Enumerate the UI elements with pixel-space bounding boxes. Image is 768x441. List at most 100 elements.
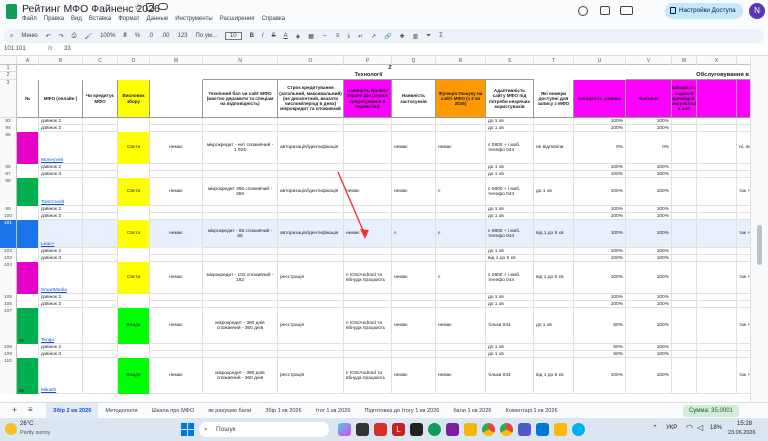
cell-collector[interactable] <box>118 255 150 262</box>
cell-search[interactable] <box>392 125 436 132</box>
cell-a[interactable] <box>17 171 39 178</box>
number-format-button[interactable]: 123 <box>178 33 188 39</box>
cell-term[interactable]: мікрокредит - 102 споживчий - 182 <box>203 262 278 294</box>
currency-button[interactable]: ₴ <box>123 33 126 39</box>
cell-empty[interactable] <box>672 206 697 213</box>
cell-empty[interactable] <box>672 344 697 351</box>
percent-button[interactable]: % <box>135 33 140 39</box>
cell-chat-speed[interactable]: 100% <box>626 178 672 206</box>
cell-collector[interactable] <box>118 118 150 125</box>
cell-credits[interactable] <box>83 118 118 125</box>
cell-accessibility[interactable] <box>436 164 486 171</box>
cell-avg[interactable] <box>697 344 737 351</box>
cell-empty[interactable] <box>672 164 697 171</box>
edge-icon[interactable] <box>428 423 441 436</box>
cell-a[interactable] <box>17 164 39 171</box>
row-number[interactable]: 1 <box>0 65 17 72</box>
column-header[interactable]: A <box>17 57 39 65</box>
sheet-tab[interactable]: бали 1 кв 2026 <box>446 403 498 419</box>
cell-site-answer[interactable] <box>737 301 750 308</box>
cell-call-speed[interactable] <box>534 248 574 255</box>
sheet-tab[interactable]: Методологія <box>98 403 144 419</box>
cloud-icon[interactable] <box>158 3 168 10</box>
cell-bankid[interactable] <box>278 255 344 262</box>
cell-search[interactable] <box>392 351 436 358</box>
cell-chat-speed[interactable]: 100% <box>626 262 672 294</box>
menu-item[interactable]: Файл <box>22 16 37 22</box>
cell-mfo-name[interactable]: дзвінок 2 <box>39 344 83 351</box>
column-title[interactable]: № <box>17 80 39 118</box>
cell-credits[interactable] <box>83 294 118 301</box>
cell-accessibility[interactable] <box>436 255 486 262</box>
cell-site-answer[interactable] <box>737 171 750 178</box>
cell-collector[interactable]: Свєта <box>118 178 150 206</box>
cell-mfo-name[interactable]: MoneyVeil <box>39 132 83 164</box>
cell-credits[interactable] <box>83 171 118 178</box>
menu-item[interactable]: Вставка <box>89 16 111 22</box>
cell-site-answer[interactable] <box>737 118 750 125</box>
cell-bankid[interactable] <box>278 125 344 132</box>
cell-mfo-name[interactable]: дзвінок 3 <box>39 351 83 358</box>
cell-a[interactable] <box>17 206 39 213</box>
cell-a[interactable] <box>17 255 39 262</box>
cell-actual[interactable]: 100% <box>574 118 626 125</box>
cell-call-speed[interactable] <box>534 351 574 358</box>
column-title[interactable]: Строк кредитування (загальний, максималь… <box>278 80 344 118</box>
undo-icon[interactable]: ↶ <box>46 33 51 40</box>
sheet-tab[interactable]: Збір 1 кв 2026 <box>258 403 309 419</box>
cell-chat-speed[interactable]: 100% <box>626 171 672 178</box>
cell-apps[interactable] <box>344 118 392 125</box>
cell-accessibility[interactable] <box>436 294 486 301</box>
cell-a[interactable] <box>17 351 39 358</box>
cell-collector[interactable]: Свєта <box>118 220 150 248</box>
text-color-icon[interactable]: A <box>284 33 288 39</box>
cell-call-speed[interactable] <box>534 118 574 125</box>
cell-a[interactable] <box>17 132 39 164</box>
cell-empty[interactable] <box>672 248 697 255</box>
cell-apps[interactable] <box>344 301 392 308</box>
cell-empty[interactable] <box>672 308 697 344</box>
valign-icon[interactable]: ⤓ <box>347 33 350 40</box>
cell-site-answer[interactable] <box>737 344 750 351</box>
column-title[interactable]: МФО (онлайн ) <box>39 80 83 118</box>
cell-term[interactable] <box>203 171 278 178</box>
cell-bankid[interactable] <box>278 118 344 125</box>
search-box[interactable]: ⌕ Пошук <box>199 422 329 437</box>
table-row[interactable]: 107 35 Tengo Влада немає мікрокредит - 360 дн… <box>0 308 750 344</box>
share-button[interactable]: Настройки Доступа <box>665 3 743 19</box>
sheet-tab[interactable]: як рахуємо бали <box>201 403 258 419</box>
cell-call-speed[interactable] <box>534 171 574 178</box>
cell-avg[interactable] <box>697 255 737 262</box>
cell-apps[interactable]: є IOS/Android та вбнуда працюють <box>344 262 392 294</box>
cell-phones[interactable]: до 1 хв <box>486 118 534 125</box>
cell-a[interactable] <box>17 125 39 132</box>
cell-phones[interactable]: є 0800 + і моб. телефо 044 <box>486 220 534 248</box>
cell-apps[interactable]: є IOS/Android та вбнуда працюють <box>344 358 392 394</box>
cell-apps[interactable] <box>344 255 392 262</box>
cell-search[interactable] <box>392 164 436 171</box>
chrome-icon[interactable] <box>482 423 495 436</box>
cell-call-speed[interactable] <box>534 125 574 132</box>
cell-avg[interactable] <box>697 118 737 125</box>
tray-chevron-icon[interactable]: ⌃ <box>652 424 658 432</box>
cell-collector[interactable]: Свєта <box>118 132 150 164</box>
cell-empty[interactable] <box>672 118 697 125</box>
cell-tech-score[interactable]: немає <box>150 358 203 394</box>
cell-a[interactable]: 36 <box>17 358 39 394</box>
cell-actual[interactable]: 100% <box>574 255 626 262</box>
sheet-tab[interactable]: Підготовка до Ітогу 1 кв 2026 <box>358 403 447 419</box>
cell-chat-speed[interactable]: 100% <box>626 206 672 213</box>
cell-search[interactable] <box>392 344 436 351</box>
cell-collector[interactable] <box>118 125 150 132</box>
column-title[interactable]: Наявність застосунків <box>392 80 436 118</box>
cell-avg[interactable] <box>697 213 737 220</box>
cell-site-answer[interactable] <box>737 206 750 213</box>
rotate-icon[interactable]: ↗ <box>371 33 376 40</box>
cell-phones[interactable]: є 0800 + і моб. телефо 044 <box>486 262 534 294</box>
cell-empty[interactable] <box>672 358 697 394</box>
redo-icon[interactable]: ↷ <box>59 33 64 40</box>
menu-item[interactable]: Правка <box>44 16 64 22</box>
cell-chat-speed[interactable]: 100% <box>626 308 672 344</box>
cell-call-speed[interactable] <box>534 255 574 262</box>
cell-mfo-name[interactable]: дзвінок 2 <box>39 206 83 213</box>
